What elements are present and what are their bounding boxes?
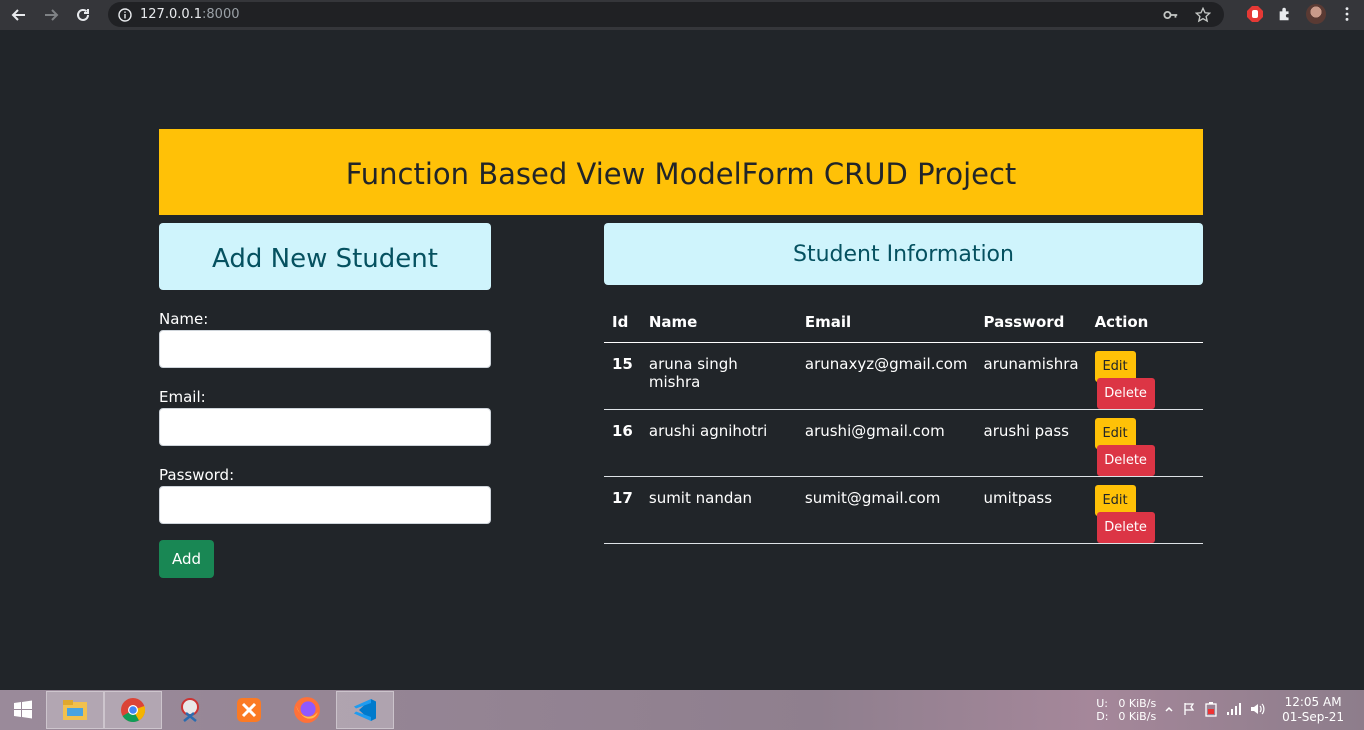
column-header-password: Password [975,302,1087,343]
add-student-header: Add New Student [159,223,491,290]
edit-button[interactable]: Edit [1094,417,1136,449]
cell-email: arunaxyz@gmail.com [796,342,976,410]
delete-button[interactable]: Delete [1096,444,1155,476]
name-label: Name: [159,310,209,328]
cell-action: EditDelete [1086,476,1203,544]
reload-button[interactable] [67,0,99,30]
windows-taskbar: U: D: 0 KiB/s 0 KiB/s 12:05 AM 01-Sep-21 [0,690,1364,730]
edit-button[interactable]: Edit [1094,484,1136,516]
column-header-action: Action [1086,302,1203,343]
clock-date: 01-Sep-21 [1282,710,1344,724]
name-input[interactable] [159,330,491,368]
table-row: 15 aruna singh mishra arunaxyz@gmail.com… [604,342,1203,410]
cell-id: 16 [604,409,641,477]
wifi-signal-icon[interactable] [1226,702,1242,719]
password-input[interactable] [159,486,491,524]
url-text: 127.0.0.1:8000 [140,7,240,22]
extensions-puzzle-icon[interactable] [1276,5,1294,23]
column-header-email: Email [796,302,976,343]
browser-toolbar: 127.0.0.1:8000 [0,0,1364,30]
taskbar-clock[interactable]: 12:05 AM 01-Sep-21 [1282,695,1344,725]
adblock-extension-icon[interactable] [1246,5,1264,23]
delete-button[interactable]: Delete [1096,511,1155,543]
delete-button[interactable]: Delete [1096,377,1155,409]
cell-id: 15 [604,342,641,410]
profile-avatar[interactable] [1306,4,1326,24]
file-explorer-icon[interactable] [46,691,104,729]
table-header-row: Id Name Email Password Action [604,302,1203,343]
firefox-icon[interactable] [278,691,336,729]
edit-button[interactable]: Edit [1094,350,1136,382]
email-label: Email: [159,388,206,406]
cell-action: EditDelete [1086,342,1203,410]
arrow-right-icon [45,9,59,21]
key-icon[interactable] [1162,6,1180,24]
volume-icon[interactable] [1250,702,1266,719]
cell-id: 17 [604,476,641,544]
menu-kebab-icon[interactable] [1338,5,1356,23]
network-speed-labels: U: D: [1096,697,1108,723]
chrome-icon[interactable] [104,691,162,729]
upload-label: U: [1096,697,1108,710]
column-header-name: Name [640,302,797,343]
chevron-up-icon[interactable] [1164,704,1174,717]
address-bar[interactable]: 127.0.0.1:8000 [108,2,1224,27]
upload-speed: 0 KiB/s [1118,697,1157,710]
add-student-heading: Add New Student [212,243,438,274]
cell-email: sumit@gmail.com [796,476,976,544]
vscode-icon[interactable] [336,691,394,729]
system-tray: U: D: 0 KiB/s 0 KiB/s 12:05 AM 01-Sep-21 [1096,690,1364,730]
reload-icon [77,8,89,21]
table-row: 17 sumit nandan sumit@gmail.com umitpass… [604,476,1203,544]
add-button[interactable]: Add [159,540,214,578]
snipping-tool-icon[interactable] [162,691,220,729]
back-button[interactable] [3,0,35,30]
cell-name: arushi agnihotri [640,409,797,477]
cell-password: arunamishra [975,342,1087,410]
download-label: D: [1096,710,1109,723]
download-speed: 0 KiB/s [1118,710,1157,723]
password-label: Password: [159,466,235,484]
cell-password: umitpass [975,476,1087,544]
windows-start-icon[interactable] [0,691,46,729]
cell-password: arushi pass [975,409,1087,477]
cell-name: sumit nandan [640,476,797,544]
info-icon [118,7,132,22]
cell-email: arushi@gmail.com [796,409,976,477]
student-info-heading: Student Information [793,241,1014,267]
email-input[interactable] [159,408,491,446]
clock-time: 12:05 AM [1284,695,1342,709]
student-table: Id Name Email Password Action 15 aruna s… [604,302,1203,544]
page-banner: Function Based View ModelForm CRUD Proje… [159,129,1203,215]
flag-icon[interactable] [1182,702,1196,719]
battery-icon[interactable] [1204,701,1218,720]
xampp-icon[interactable] [220,691,278,729]
arrow-left-icon [11,9,25,21]
network-speed-values: 0 KiB/s 0 KiB/s [1118,697,1156,723]
forward-button[interactable] [35,0,67,30]
cell-action: EditDelete [1086,409,1203,477]
page-title: Function Based View ModelForm CRUD Proje… [345,157,1017,191]
table-row: 16 arushi agnihotri arushi@gmail.com aru… [604,409,1203,477]
tray-icons [1164,701,1266,720]
column-header-id: Id [604,302,641,343]
student-info-header: Student Information [604,223,1203,285]
add-student-form: Name: Email: Password: Add [159,308,491,578]
cell-name: aruna singh mishra [640,342,797,410]
bookmark-star-icon[interactable] [1194,6,1212,24]
